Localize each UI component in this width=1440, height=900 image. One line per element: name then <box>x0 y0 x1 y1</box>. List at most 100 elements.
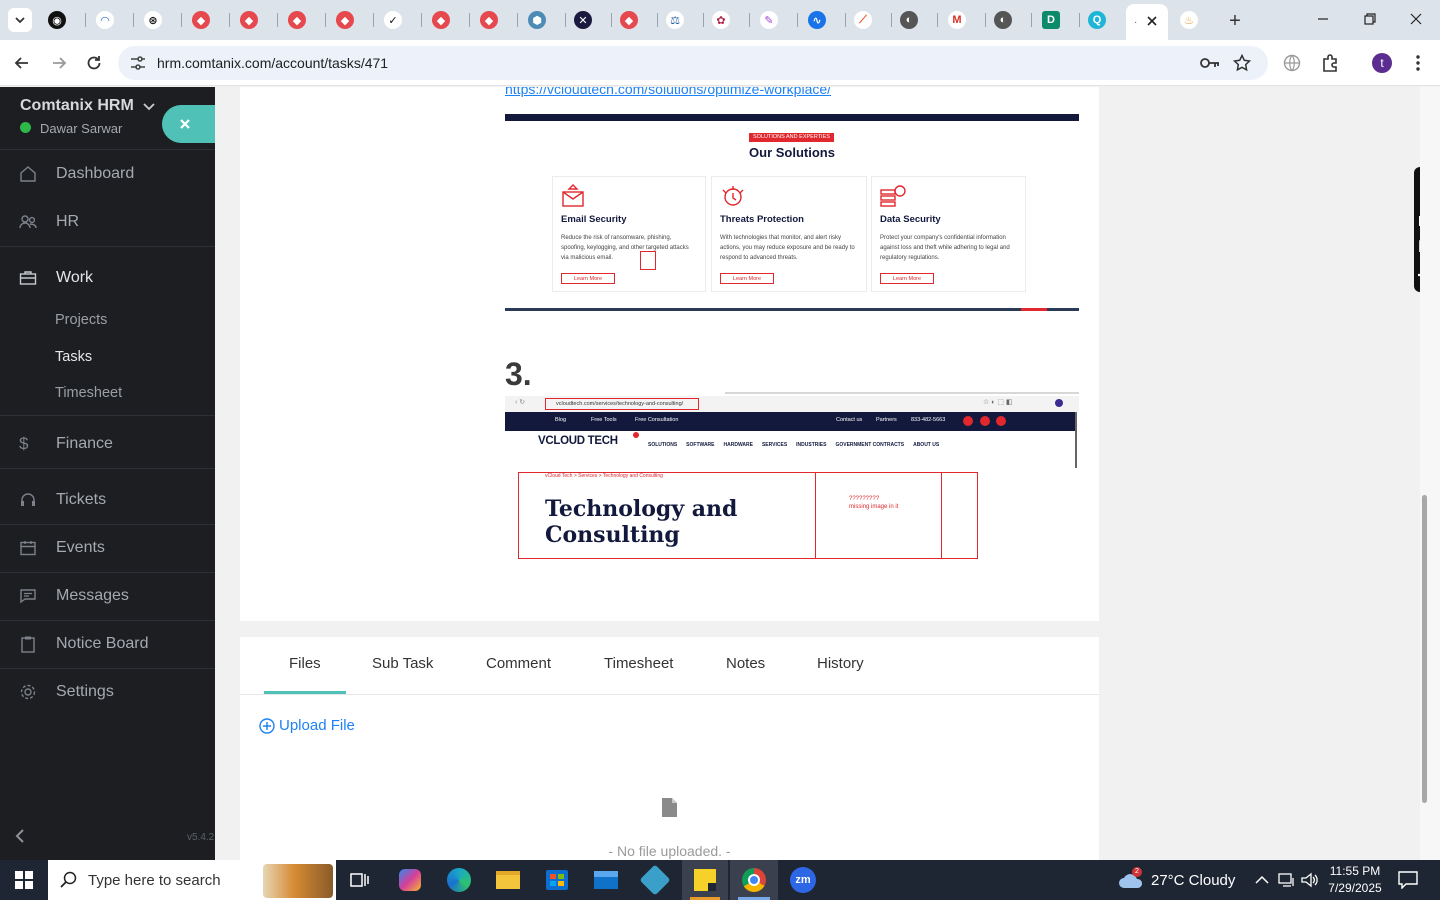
scrollbar-thumb[interactable] <box>1422 495 1427 803</box>
sidebar-subitem-tasks[interactable]: Tasks <box>55 349 92 365</box>
sidebar-item-finance[interactable]: $ Finance <box>0 420 215 468</box>
system-clock[interactable]: 11:55 PM 7/29/2025 <box>1326 863 1384 897</box>
browser-tab[interactable]: Q <box>1080 6 1126 34</box>
windows-logo-icon <box>15 871 33 889</box>
zoom-taskbar-icon[interactable]: zm <box>789 866 817 894</box>
sticky-notes-taskbar-active[interactable] <box>682 860 728 900</box>
sidebar-subitem-timesheet[interactable]: Timesheet <box>55 385 122 401</box>
browser-tab[interactable]: ◆ <box>472 6 518 34</box>
sidebar-item-notice-board[interactable]: Notice Board <box>0 620 215 668</box>
start-button[interactable] <box>10 866 38 894</box>
browser-tab[interactable]: ♨ <box>1172 6 1218 34</box>
app-taskbar-icon[interactable] <box>639 864 671 896</box>
taskbar-search-box[interactable]: Type here to search <box>48 860 336 900</box>
browser-tab[interactable]: M <box>940 6 986 34</box>
sidebar-item-hr[interactable]: HR <box>0 198 215 246</box>
page-scrollbar[interactable] <box>1420 87 1440 860</box>
browser-tab[interactable]: ◆ <box>280 6 326 34</box>
browser-tab[interactable]: ◆ <box>612 6 658 34</box>
sidebar-item-work[interactable]: Work <box>0 254 215 302</box>
forward-button[interactable] <box>50 54 68 72</box>
brand-name[interactable]: Comtanix HRM <box>20 97 134 115</box>
sidebar-item-events[interactable]: Events <box>0 524 215 572</box>
browser-tab[interactable]: ✓ <box>376 6 422 34</box>
tab-notes[interactable]: Notes <box>726 655 765 672</box>
tab-favicon-icon: ✎ <box>760 11 778 29</box>
browser-tab[interactable]: ⚖ <box>658 6 704 34</box>
browser-tab[interactable]: ◐ <box>986 6 1032 34</box>
browser-tab[interactable]: ∿ <box>800 6 846 34</box>
chrome-taskbar-active[interactable] <box>730 860 778 900</box>
profile-avatar[interactable]: t <box>1372 53 1392 73</box>
more-vertical-icon[interactable] <box>1414 54 1422 72</box>
shot-breadcrumb: vCloud Tech > Services > Technology and … <box>545 473 663 479</box>
tab-history[interactable]: History <box>817 655 864 672</box>
browser-tab[interactable]: ✎ <box>752 6 798 34</box>
file-explorer-taskbar-icon[interactable] <box>494 866 522 894</box>
sidebar-item-settings[interactable]: Settings <box>0 668 215 716</box>
edge-taskbar-icon[interactable] <box>445 866 473 894</box>
volume-icon[interactable] <box>1301 872 1319 888</box>
browser-tab[interactable]: ◆ <box>424 6 470 34</box>
tab-timesheet[interactable]: Timesheet <box>604 655 673 672</box>
tab-files[interactable]: Files <box>289 655 321 672</box>
tab-favicon-icon: ◆ <box>192 11 210 29</box>
store-taskbar-icon[interactable] <box>543 866 571 894</box>
arrow-left-icon <box>14 57 28 69</box>
tab-sub-task[interactable]: Sub Task <box>372 655 433 672</box>
task-tabs-card: Files Sub Task Comment Timesheet Notes H… <box>240 637 1099 860</box>
reload-button[interactable] <box>85 54 103 72</box>
sidebar-item-dashboard[interactable]: Dashboard <box>0 150 215 198</box>
site-info-icon[interactable] <box>130 56 146 70</box>
translate-globe-icon[interactable] <box>1283 54 1301 72</box>
browser-tab[interactable]: D <box>1034 6 1080 34</box>
browser-tab[interactable]: ◆ <box>184 6 230 34</box>
weather-text[interactable]: 27°C Cloudy <box>1151 872 1235 889</box>
reference-link[interactable]: https://vcloudtech.com/solutions/optimiz… <box>505 87 831 97</box>
sidebar-collapse-button[interactable] <box>162 105 220 143</box>
chevron-left-icon[interactable] <box>14 829 26 843</box>
browser-tab[interactable]: ✕ <box>566 6 612 34</box>
new-tab-button[interactable]: + <box>1224 10 1246 32</box>
password-key-icon[interactable] <box>1200 56 1220 70</box>
upload-file-button[interactable]: Upload File <box>259 717 355 734</box>
window-minimize-button[interactable] <box>1316 12 1330 26</box>
window-restore-button[interactable] <box>1363 12 1377 26</box>
solutions-title: Our Solutions <box>749 145 835 160</box>
tab-search-button[interactable] <box>8 8 32 32</box>
browser-tab[interactable]: ◠ <box>88 6 134 34</box>
tab-comment[interactable]: Comment <box>486 655 551 672</box>
network-icon[interactable] <box>1278 872 1296 888</box>
sidebar-item-tickets[interactable]: Tickets <box>0 476 215 524</box>
browser-tab[interactable]: ⬢ <box>520 6 566 34</box>
browser-tab[interactable]: ⟋ <box>846 6 892 34</box>
chevron-up-icon[interactable] <box>1255 875 1269 885</box>
threat-shield-icon <box>722 186 744 206</box>
embedded-screenshot-vcloud: ‹ ↻ vcloudtech.com/services/technology-a… <box>505 392 1079 572</box>
extensions-puzzle-icon[interactable] <box>1320 53 1340 73</box>
chevron-down-icon[interactable] <box>143 102 155 112</box>
window-close-button[interactable] <box>1409 12 1423 26</box>
back-button[interactable] <box>13 54 31 72</box>
task-view-button[interactable] <box>346 866 374 894</box>
copilot-taskbar-icon[interactable] <box>396 866 424 894</box>
browser-tab[interactable]: ◆ <box>232 6 278 34</box>
browser-tab[interactable]: ⊛ <box>136 6 182 34</box>
notification-center-icon[interactable] <box>1398 871 1418 889</box>
browser-tab[interactable]: ◉ <box>40 6 86 34</box>
browser-tab[interactable]: ◐ <box>892 6 938 34</box>
address-bar[interactable]: hrm.comtanix.com/account/tasks/471 <box>118 46 1268 80</box>
mail-taskbar-icon[interactable] <box>592 866 620 894</box>
sidebar-item-messages[interactable]: Messages <box>0 572 215 620</box>
bookmark-star-icon[interactable] <box>1233 54 1251 72</box>
browser-tab[interactable]: ◆ <box>328 6 374 34</box>
gmail-icon: M <box>948 11 966 29</box>
browser-tab[interactable]: ✿ <box>704 6 750 34</box>
tab-favicon-icon: ◐ <box>994 11 1012 29</box>
restore-icon <box>1364 13 1376 25</box>
home-icon <box>20 166 36 182</box>
browser-tab-active[interactable]: · <box>1126 4 1168 40</box>
tab-favicon-icon: ⚖ <box>666 11 684 29</box>
sidebar-subitem-projects[interactable]: Projects <box>55 312 107 328</box>
close-icon[interactable] <box>1146 15 1158 27</box>
